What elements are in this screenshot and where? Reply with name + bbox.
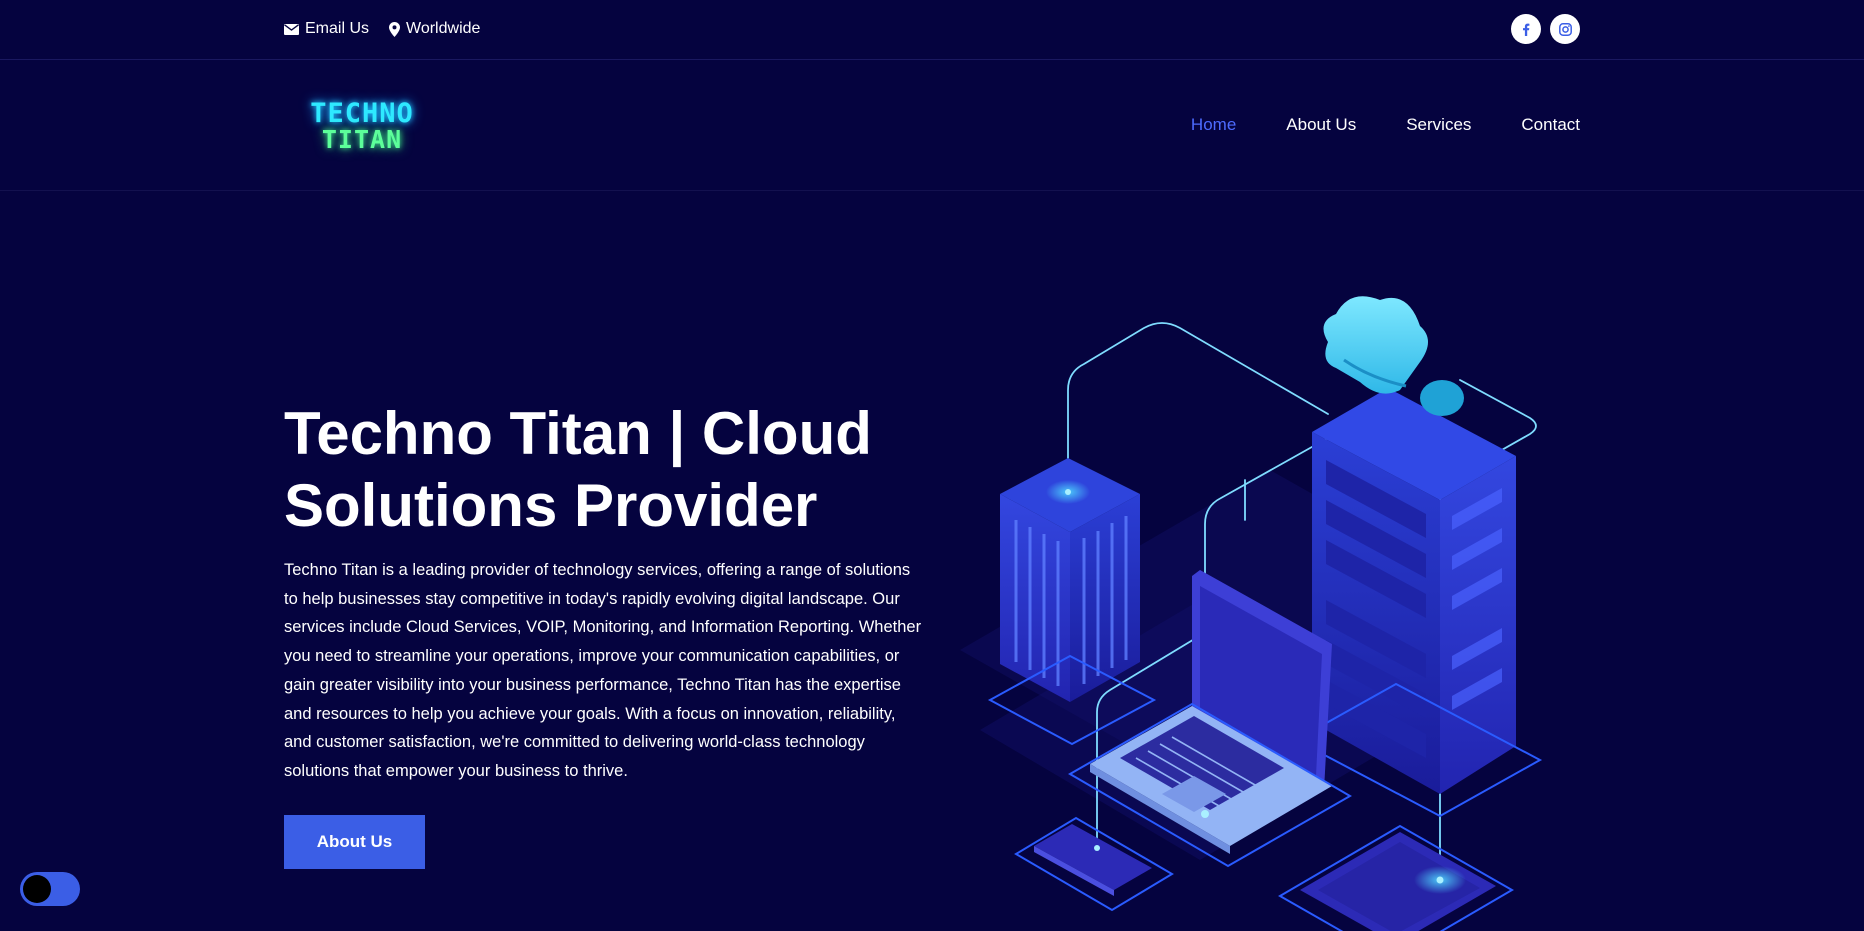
nav-contact[interactable]: Contact	[1521, 115, 1580, 135]
map-pin-icon	[389, 21, 401, 37]
logo-line-1: TECHNO	[310, 98, 414, 129]
top-bar: Email Us Worldwide	[0, 0, 1864, 60]
location-label: Worldwide	[406, 20, 481, 37]
instagram-button[interactable]	[1550, 14, 1580, 44]
nav-about-us[interactable]: About Us	[1286, 115, 1356, 135]
envelope-icon	[284, 23, 299, 35]
contact-info: Email Us Worldwide	[284, 20, 500, 38]
hero-title-line-1: Techno Titan | Cloud	[284, 400, 872, 467]
about-us-button[interactable]: About Us	[284, 815, 425, 869]
facebook-button[interactable]	[1511, 14, 1541, 44]
cloud-server-illustration	[960, 296, 1543, 931]
hero-title: Techno Titan | Cloud Solutions Provider	[284, 398, 924, 542]
email-label: Email Us	[305, 20, 370, 37]
social-links	[1511, 14, 1580, 44]
instagram-icon	[1558, 22, 1572, 36]
location-info: Worldwide	[389, 20, 480, 38]
nav-services[interactable]: Services	[1406, 115, 1471, 135]
hero-description: Techno Titan is a leading provider of te…	[284, 561, 922, 780]
toggle-knob	[23, 875, 51, 903]
email-link[interactable]: Email Us	[284, 20, 369, 38]
theme-toggle[interactable]	[20, 872, 80, 906]
nav-home[interactable]: Home	[1191, 115, 1236, 135]
tablet	[1278, 824, 1514, 931]
site-header: TECHNO TITAN Home About Us Services Cont…	[0, 61, 1864, 191]
main-nav: Home About Us Services Contact	[1191, 115, 1580, 135]
hero-title-line-2: Solutions Provider	[284, 472, 818, 539]
facebook-icon	[1523, 23, 1530, 36]
logo-line-2: TITAN	[321, 125, 403, 154]
logo[interactable]: TECHNO TITAN	[292, 97, 432, 155]
phone	[1014, 816, 1174, 912]
